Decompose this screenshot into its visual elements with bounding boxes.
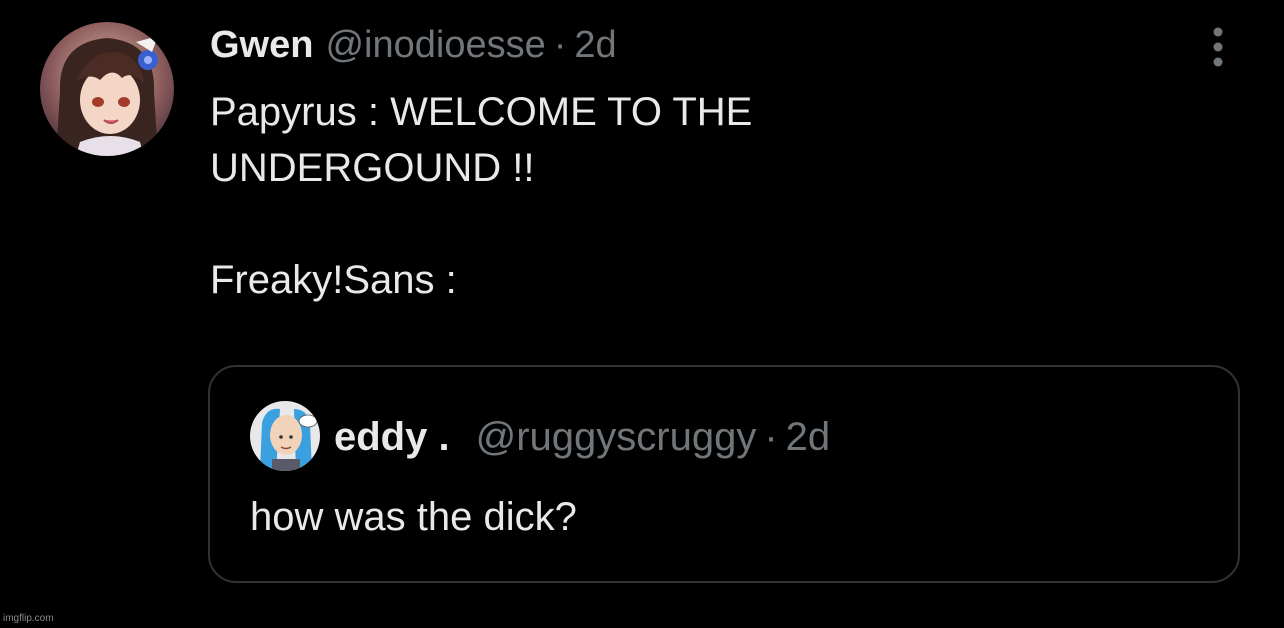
tweet-text-line: UNDERGOUND !! (210, 146, 535, 190)
more-vertical-icon (1213, 27, 1223, 67)
quoted-author-handle[interactable]: @ruggyscruggy (476, 411, 757, 463)
cartoon-character-avatar-image (250, 401, 320, 471)
tweet-header: Gwen @inodioesse · 2d (210, 20, 617, 70)
tweet-text: Papyrus : WELCOME TO THE UNDERGOUND !! F… (210, 84, 1210, 308)
quoted-tweet[interactable]: eddy . @ruggyscruggy · 2d how was the di… (208, 365, 1240, 583)
anime-girl-avatar-image (40, 22, 174, 156)
tweet-text-line (210, 196, 1210, 252)
author-name[interactable]: Gwen (210, 20, 313, 70)
quoted-tweet-header: eddy . @ruggyscruggy · 2d (334, 411, 830, 463)
separator-dot: · (553, 24, 567, 66)
quoted-author-avatar[interactable] (250, 401, 320, 471)
tweet-text-line: Freaky!Sans : (210, 258, 457, 302)
author-avatar[interactable] (40, 22, 174, 156)
quoted-tweet-timestamp[interactable]: 2d (786, 411, 831, 463)
separator-dot: · (764, 415, 778, 459)
tweet-timestamp[interactable]: 2d (574, 20, 616, 70)
watermark: imgflip.com (3, 613, 54, 624)
tweet-text-line: Papyrus : WELCOME TO THE (210, 90, 753, 134)
more-options-button[interactable] (1196, 22, 1240, 72)
quoted-author-name[interactable]: eddy . (334, 411, 450, 463)
author-handle[interactable]: @inodioesse (325, 20, 545, 70)
quoted-tweet-text: how was the dick? (250, 495, 577, 539)
tweet[interactable]: Gwen @inodioesse · 2d Papyrus : WELCOME … (0, 0, 1284, 628)
